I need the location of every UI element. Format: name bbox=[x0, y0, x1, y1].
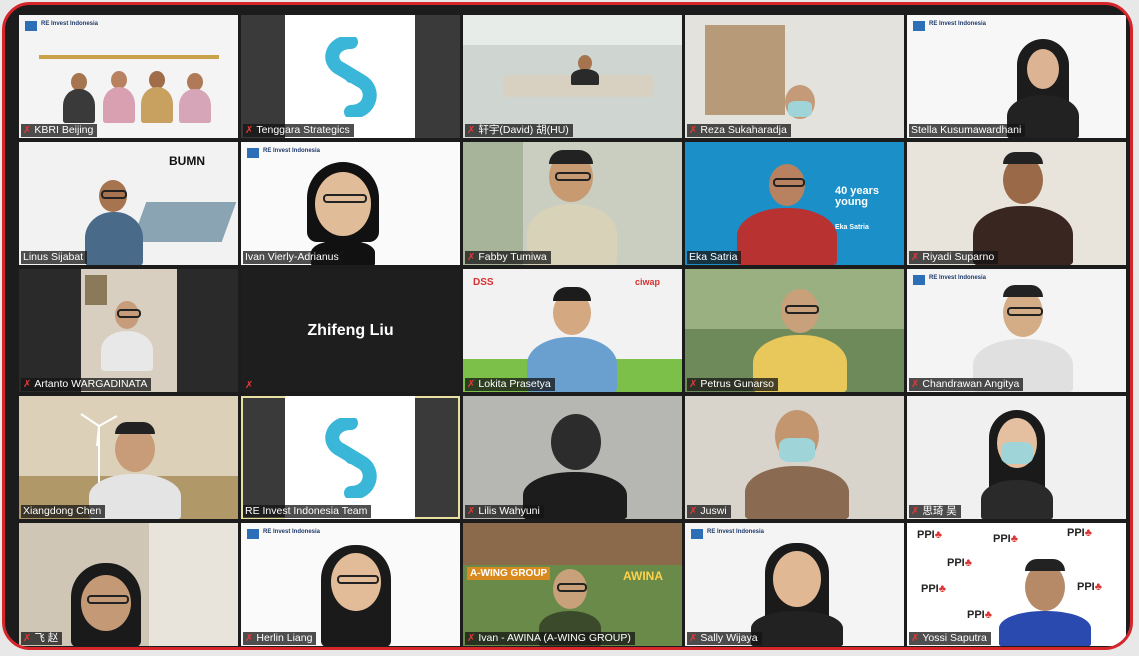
mic-muted-icon: ✗ bbox=[245, 381, 254, 391]
video-tile-ivan-vierly[interactable]: RE Invest Indonesia Ivan Vierly-Adrianus bbox=[241, 142, 460, 265]
video-tile-linus-sijabat[interactable]: BUMN Linus Sijabat bbox=[19, 142, 238, 265]
participant-name-label: Stella Kusumawardhani bbox=[909, 124, 1026, 137]
mic-muted-icon: ✗ bbox=[23, 378, 32, 390]
video-tile-yossi-saputra[interactable]: PPI♣ PPI♣ PPI♣ PPI♣ PPI♣ PPI♣ PPI♣ ✗ Yoss… bbox=[907, 523, 1126, 646]
participant-name-label: ✗ Ivan - AWINA (A-WING GROUP) bbox=[465, 632, 635, 645]
mic-muted-icon: ✗ bbox=[467, 632, 476, 644]
re-invest-logo: RE Invest Indonesia bbox=[913, 21, 986, 31]
awing-logo: A-WING GROUP bbox=[467, 567, 551, 580]
mic-muted-icon: ✗ bbox=[245, 124, 254, 136]
participant-name-label: ✗ Juswi bbox=[687, 505, 731, 518]
mic-muted-icon: ✗ bbox=[23, 632, 32, 644]
video-tile-re-invest-team[interactable]: RE Invest Indonesia Team bbox=[241, 396, 460, 519]
mic-muted-icon: ✗ bbox=[911, 632, 920, 644]
mic-muted-icon: ✗ bbox=[689, 505, 698, 517]
ppi-logo: PPI♣ bbox=[967, 609, 992, 621]
participant-name-label: ✗ Chandrawan Angitya bbox=[909, 378, 1024, 391]
mic-muted-icon: ✗ bbox=[467, 251, 476, 263]
participant-name-label: ✗ Petrus Gunarso bbox=[687, 378, 778, 391]
mic-muted-icon: ✗ bbox=[467, 378, 476, 390]
video-tile-lokita-prasetya[interactable]: DSS ciwap ✗ Lokita Prasetya bbox=[463, 269, 682, 392]
mic-muted-icon: ✗ bbox=[467, 124, 476, 136]
video-tile-zhifeng-liu[interactable]: Zhifeng Liu ✗ bbox=[241, 269, 460, 392]
participant-name-label: RE Invest Indonesia Team bbox=[243, 505, 372, 518]
participant-name-label: Ivan Vierly-Adrianus bbox=[243, 251, 343, 264]
ppi-logo: PPI♣ bbox=[993, 533, 1018, 545]
video-tile-eka-satria[interactable]: 40 years young Eka Satria Eka Satria bbox=[685, 142, 904, 265]
zoom-gallery-frame: RE Invest Indonesia ✗ KBRI Beijing ✗ Tengg… bbox=[2, 2, 1133, 650]
video-tile-juswi[interactable]: ✗ Juswi bbox=[685, 396, 904, 519]
participant-name-label: Xiangdong Chen bbox=[21, 505, 106, 518]
mic-muted-icon: ✗ bbox=[911, 505, 920, 517]
participant-name-label: ✗ 飞 赵 bbox=[21, 632, 63, 645]
participant-name-label: ✗ Lilis Wahyuni bbox=[465, 505, 544, 518]
participant-name-label: ✗ Yossi Saputra bbox=[909, 632, 991, 645]
video-tile-petrus-gunarso[interactable]: ✗ Petrus Gunarso bbox=[685, 269, 904, 392]
ciwap-logo: ciwap bbox=[635, 277, 661, 287]
mic-muted-icon: ✗ bbox=[245, 632, 254, 644]
eka-caption: Eka Satria bbox=[835, 224, 869, 231]
mic-muted-icon: ✗ bbox=[689, 378, 698, 390]
re-invest-logo: RE Invest Indonesia bbox=[247, 529, 320, 539]
participant-name-label: ✗ KBRI Beijing bbox=[21, 124, 98, 137]
participant-name-label: ✗ Artanto WARGADINATA bbox=[21, 378, 152, 391]
participant-name-label: Linus Sijabat bbox=[21, 251, 88, 264]
awina-logo: AWINA bbox=[623, 569, 663, 583]
forty-years-text: 40 years young bbox=[835, 185, 880, 208]
video-grid: RE Invest Indonesia ✗ KBRI Beijing ✗ Tengg… bbox=[19, 15, 1126, 646]
video-tile-riyadi-suparno[interactable]: ✗ Riyadi Suparno bbox=[907, 142, 1126, 265]
ppi-logo: PPI♣ bbox=[921, 583, 946, 595]
mic-muted-icon: ✗ bbox=[467, 505, 476, 517]
participant-center-name: Zhifeng Liu bbox=[307, 321, 394, 339]
participant-name-label: ✗ Fabby Tumiwa bbox=[465, 251, 551, 264]
video-tile-ivan-awina[interactable]: A-WING GROUP AWINA ✗ Ivan - AWINA (A-WING… bbox=[463, 523, 682, 646]
bumn-logo: BUMN bbox=[169, 154, 205, 168]
video-tile-sally-wijaya[interactable]: RE Invest Indonesia ✗ Sally Wijaya bbox=[685, 523, 904, 646]
participant-name-label: Eka Satria bbox=[687, 251, 742, 264]
video-tile-siqi-wu[interactable]: ✗ 思琦 吴 bbox=[907, 396, 1126, 519]
mic-muted-icon: ✗ bbox=[689, 124, 698, 136]
video-tile-tenggara-strategics[interactable]: ✗ Tenggara Strategics bbox=[241, 15, 460, 138]
participant-name-label: ✗ Sally Wijaya bbox=[687, 632, 762, 645]
video-tile-stella-kusumawardhani[interactable]: RE Invest Indonesia Stella Kusumawardhan… bbox=[907, 15, 1126, 138]
participant-name-label: ✗ Riyadi Suparno bbox=[909, 251, 999, 264]
ppi-logo: PPI♣ bbox=[1067, 527, 1092, 539]
ppi-logo: PPI♣ bbox=[947, 557, 972, 569]
video-tile-xiangdong-chen[interactable]: Xiangdong Chen bbox=[19, 396, 238, 519]
participant-name-label: ✗ bbox=[243, 381, 257, 391]
mic-muted-icon: ✗ bbox=[689, 632, 698, 644]
participant-name-label: ✗ Tenggara Strategics bbox=[243, 124, 354, 137]
re-invest-logo: RE Invest Indonesia bbox=[25, 21, 98, 31]
re-invest-logo: RE Invest Indonesia bbox=[691, 529, 764, 539]
mic-muted-icon: ✗ bbox=[911, 378, 920, 390]
video-tile-david-hu[interactable]: ✗ 轩宇(David) 胡(HU) bbox=[463, 15, 682, 138]
ppi-logo: PPI♣ bbox=[917, 529, 942, 541]
video-tile-fei-zhao[interactable]: ✗ 飞 赵 bbox=[19, 523, 238, 646]
video-tile-reza-sukaharadja[interactable]: ✗ Reza Sukaharadja bbox=[685, 15, 904, 138]
video-tile-chandrawan-angitya[interactable]: RE Invest Indonesia ✗ Chandrawan Angitya bbox=[907, 269, 1126, 392]
ppi-logo: PPI♣ bbox=[1077, 581, 1102, 593]
participant-name-label: ✗ Lokita Prasetya bbox=[465, 378, 555, 391]
re-invest-logo: RE Invest Indonesia bbox=[913, 275, 986, 285]
participant-name-label: ✗ 轩宇(David) 胡(HU) bbox=[465, 124, 573, 137]
mic-muted-icon: ✗ bbox=[911, 251, 920, 263]
tenggara-logo-icon bbox=[324, 417, 377, 498]
tenggara-logo-icon bbox=[324, 36, 377, 117]
re-invest-logo: RE Invest Indonesia bbox=[247, 148, 320, 158]
participant-name-label: ✗ 思琦 吴 bbox=[909, 505, 961, 518]
video-tile-kbri-beijing[interactable]: RE Invest Indonesia ✗ KBRI Beijing bbox=[19, 15, 238, 138]
video-tile-lilis-wahyuni[interactable]: ✗ Lilis Wahyuni bbox=[463, 396, 682, 519]
participant-name-label: ✗ Herlin Liang bbox=[243, 632, 317, 645]
video-tile-fabby-tumiwa[interactable]: ✗ Fabby Tumiwa bbox=[463, 142, 682, 265]
mic-muted-icon: ✗ bbox=[23, 124, 32, 136]
participant-name-label: ✗ Reza Sukaharadja bbox=[687, 124, 791, 137]
dss-logo: DSS bbox=[473, 277, 494, 288]
video-tile-herlin-liang[interactable]: RE Invest Indonesia ✗ Herlin Liang bbox=[241, 523, 460, 646]
video-tile-artanto-wargadinata[interactable]: ✗ Artanto WARGADINATA bbox=[19, 269, 238, 392]
